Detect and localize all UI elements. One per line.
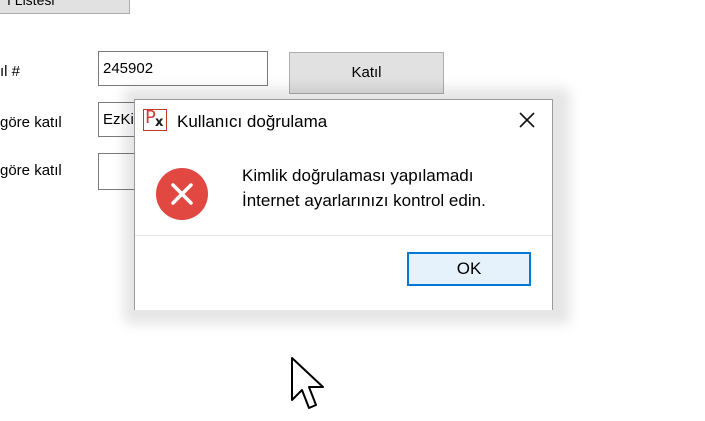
arrow-cursor-icon — [290, 356, 330, 416]
ok-button[interactable]: OK — [407, 252, 531, 286]
close-icon[interactable] — [515, 108, 539, 132]
form-row3-label: göre katıl — [0, 162, 62, 179]
form-list-tab-button[interactable]: ı Listesi — [0, 0, 130, 14]
form-row2-label: göre katıl — [0, 114, 62, 131]
dialog-title: Kullanıcı doğrulama — [177, 112, 328, 131]
form-row1-label: ıl # — [0, 63, 21, 80]
form-row1-input[interactable]: 245902 — [98, 51, 268, 86]
error-icon — [156, 168, 208, 220]
error-message-line1: Kimlik doğrulaması yapılamadı — [242, 166, 474, 185]
error-message-line2: İnternet ayarlarınızı kontrol edin. — [242, 191, 486, 210]
px-app-icon: Px — [143, 107, 167, 131]
auth-error-dialog: Px Kullanıcı doğrulama Kimlik doğrulamas… — [134, 99, 553, 310]
